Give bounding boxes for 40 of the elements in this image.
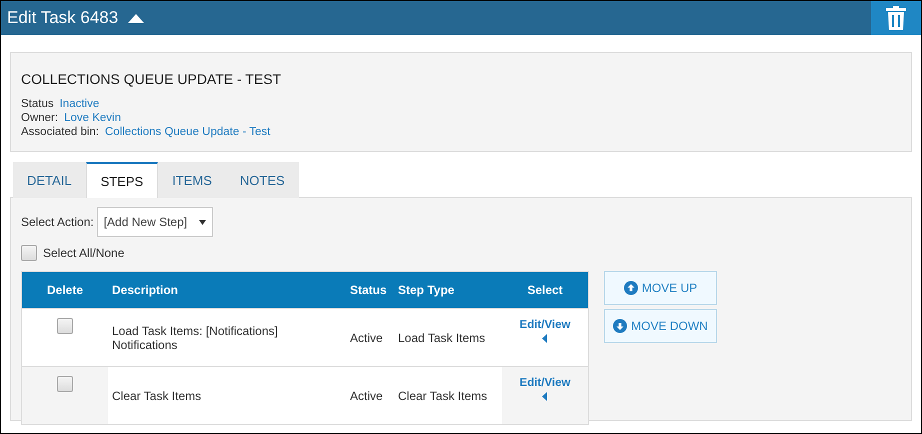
tab[interactable]: ITEMS: [158, 162, 226, 198]
field-link[interactable]: Collections Queue Update - Test: [105, 125, 270, 139]
dropdown-arrow-icon: [198, 220, 206, 224]
tab[interactable]: DETAIL: [13, 162, 86, 198]
column-header: Status: [346, 272, 394, 308]
field-label: Associated bin:: [21, 125, 99, 139]
delete-button[interactable]: [871, 1, 921, 35]
trash-icon: [886, 6, 906, 30]
column-header: Delete: [22, 272, 108, 308]
tab[interactable]: STEPS: [86, 162, 158, 198]
table-cell: Load Task Items: [394, 308, 502, 366]
table-cell: Load Task Items: [Notifications] Notifications: [108, 308, 346, 366]
edit-view-link[interactable]: Edit/View: [520, 377, 570, 389]
field-label: Owner:: [21, 111, 58, 125]
window-title: Edit Task 6483: [7, 8, 118, 28]
arrow-up-circle-icon: [624, 281, 638, 295]
edit-view-link[interactable]: Edit/View: [520, 319, 570, 331]
field-link[interactable]: Inactive: [60, 97, 100, 111]
table-cell: Active: [346, 308, 394, 366]
column-header: Description: [108, 272, 346, 308]
column-header: Step Type: [394, 272, 502, 308]
caret-up-icon[interactable]: [128, 14, 144, 22]
checkbox-label: Select All/None: [43, 246, 124, 260]
action-dropdown[interactable]: [Add New Step]: [96, 207, 213, 237]
task-name: COLLECTIONS QUEUE UPDATE - TEST: [21, 71, 282, 87]
checkbox[interactable]: [21, 245, 37, 261]
field-link[interactable]: Love Kevin: [64, 111, 121, 125]
caret-left-icon[interactable]: [542, 334, 548, 343]
checkbox[interactable]: [57, 376, 73, 392]
move-up-button[interactable]: MOVE UP: [604, 271, 717, 305]
column-header: Select: [502, 272, 588, 308]
field-label: Select Action:: [21, 215, 94, 229]
tab[interactable]: NOTES: [226, 162, 299, 198]
move-down-button[interactable]: MOVE DOWN: [604, 309, 717, 343]
caret-left-icon[interactable]: [542, 392, 548, 401]
arrow-down-circle-icon: [613, 319, 628, 333]
table-cell: Clear Task Items: [108, 366, 346, 424]
checkbox[interactable]: [57, 318, 73, 334]
field-label: Status: [21, 97, 54, 111]
table-cell: Active: [346, 366, 394, 424]
